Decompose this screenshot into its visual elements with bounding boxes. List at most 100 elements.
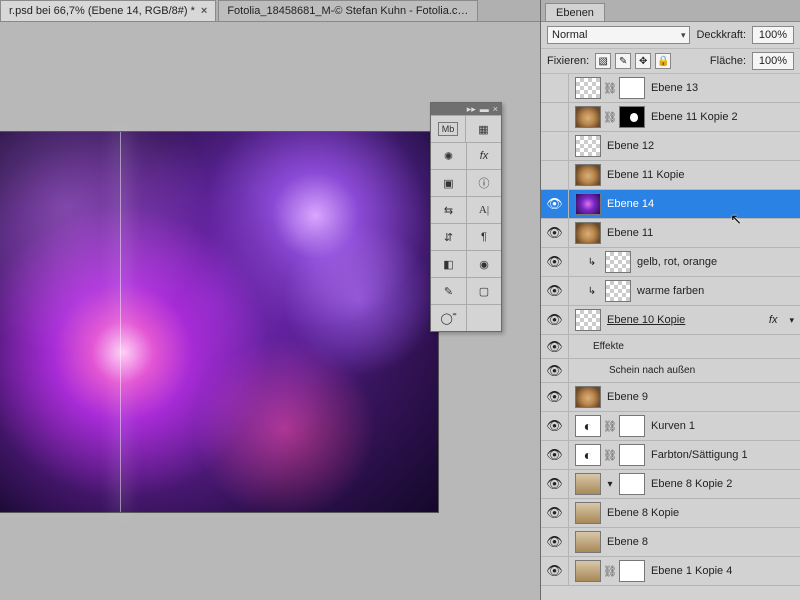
lock-all-icon[interactable]: 🔒 [655,53,671,69]
layer-thumbnail[interactable] [575,531,601,553]
layer-mask-thumbnail[interactable] [619,77,645,99]
mask-menu-icon[interactable]: ▾ [603,479,617,490]
blend-mode-select[interactable]: Normal [547,26,690,44]
fx-badge[interactable]: fx [769,314,782,326]
tool-camera-icon[interactable]: ◯˭ [431,305,466,331]
effect-item[interactable]: 👁Schein nach außen [541,359,800,383]
layer-thumbnail[interactable] [605,251,631,273]
visibility-toggle[interactable]: 👁 [541,277,569,305]
layer-row[interactable]: 👁▾Ebene 8 Kopie 2 [541,470,800,499]
mini-toolbox[interactable]: ▸▸ ▬ × Mb ▦ ✺ fx ▣ ⓘ ⇆ A| ⇵ ¶ [430,102,502,332]
layer-row[interactable]: 👁Ebene 10 Kopiefx▾ [541,306,800,335]
layer-mask-thumbnail[interactable] [619,415,645,437]
layer-row[interactable]: 👁 ⛓ Kurven 1 [541,412,800,441]
tool-adjust2-icon[interactable]: ⇵ [431,224,466,250]
opacity-field[interactable]: 100% [752,26,794,44]
layer-thumbnail[interactable] [575,560,601,582]
visibility-toggle[interactable] [541,132,569,160]
visibility-toggle[interactable]: 👁 [541,219,569,247]
fx-expand-icon[interactable]: ▾ [789,315,794,326]
layer-row[interactable]: 👁↳gelb, rot, orange [541,248,800,277]
visibility-toggle[interactable] [541,74,569,102]
minimize-icon[interactable]: ▬ [480,105,489,114]
visibility-toggle[interactable]: 👁 [541,557,569,585]
layer-name[interactable]: gelb, rot, orange [637,256,794,268]
tool-adjust-icon[interactable]: ⇆ [431,197,466,223]
link-icon[interactable]: ⛓ [603,449,617,462]
link-icon[interactable]: ⛓ [603,565,617,578]
layer-mask-thumbnail[interactable] [619,106,645,128]
layer-thumbnail[interactable] [575,135,601,157]
layer-thumbnail[interactable] [575,386,601,408]
tool-brush-icon[interactable]: ✎ [431,278,466,304]
layer-thumbnail[interactable] [605,280,631,302]
layer-thumbnail[interactable] [575,164,601,186]
effects-header[interactable]: 👁Effekte [541,335,800,359]
layer-name[interactable]: Ebene 8 [607,536,794,548]
tool-fx-icon[interactable]: fx [466,143,501,169]
layer-name[interactable]: Ebene 14 [607,198,794,210]
layer-thumbnail[interactable] [575,193,601,215]
visibility-toggle[interactable]: 👁 [541,306,569,334]
layer-thumbnail[interactable] [575,106,601,128]
layer-mask-thumbnail[interactable] [619,444,645,466]
lock-move-icon[interactable]: ✥ [635,53,651,69]
tool-mb[interactable]: Mb [438,122,458,136]
layer-name[interactable]: Ebene 1 Kopie 4 [651,565,794,577]
layer-name[interactable]: Ebene 11 [607,227,794,239]
visibility-toggle[interactable]: 👁 [541,190,569,218]
tool-grid-icon[interactable]: ▦ [465,116,501,142]
tool-image-icon[interactable]: ▣ [431,170,466,196]
layer-row[interactable]: 👁 Ebene 8 [541,528,800,557]
layer-row[interactable]: 👁 ⛓ Ebene 1 Kopie 4 [541,557,800,586]
layer-name[interactable]: warme farben [637,285,794,297]
visibility-toggle[interactable] [541,161,569,189]
close-icon[interactable]: × [201,5,207,17]
layer-thumbnail[interactable] [575,502,601,524]
tab-layers[interactable]: Ebenen [545,3,605,21]
visibility-toggle[interactable]: 👁 [541,248,569,276]
layer-name[interactable]: Ebene 13 [651,82,794,94]
tool-3d-icon[interactable]: ◉ [466,251,501,277]
layer-row[interactable]: Ebene 12 [541,132,800,161]
layer-row[interactable]: 👁↳warme farben [541,277,800,306]
visibility-toggle[interactable]: 👁 [541,528,569,556]
link-icon[interactable]: ⛓ [603,82,617,95]
tool-character-icon[interactable]: A| [466,197,501,223]
layer-row[interactable]: 👁 Ebene 9 [541,383,800,412]
fill-field[interactable]: 100% [752,52,794,70]
layer-row[interactable]: 👁Ebene 8 Kopie [541,499,800,528]
layer-thumbnail[interactable] [575,415,601,437]
visibility-toggle[interactable]: 👁 [541,383,569,411]
layer-thumbnail[interactable] [575,444,601,466]
visibility-toggle[interactable]: 👁 [541,412,569,440]
tool-swatches-icon[interactable]: ◧ [431,251,466,277]
layer-row[interactable]: 👁 Ebene 14 [541,190,800,219]
lock-paint-icon[interactable]: ✎ [615,53,631,69]
layer-name[interactable]: Ebene 9 [607,391,794,403]
layer-name[interactable]: Ebene 12 [607,140,794,152]
visibility-toggle[interactable]: 👁 [541,499,569,527]
visibility-toggle[interactable]: 👁 [541,441,569,469]
layer-name[interactable]: Ebene 8 Kopie 2 [651,478,794,490]
tool-wheel-icon[interactable]: ✺ [431,143,466,169]
lock-transparency-icon[interactable]: ▧ [595,53,611,69]
toolbox-header[interactable]: ▸▸ ▬ × [431,103,501,115]
layer-thumbnail[interactable] [575,473,601,495]
layer-thumbnail[interactable] [575,77,601,99]
layer-name[interactable]: Ebene 11 Kopie [607,169,794,181]
layer-mask-thumbnail[interactable] [619,560,645,582]
layer-thumbnail[interactable] [575,222,601,244]
tool-rect-icon[interactable]: ▢ [466,278,501,304]
collapse-icon[interactable]: ▸▸ [467,105,476,114]
tab-document-2[interactable]: Fotolia_18458681_M-© Stefan Kuhn - Fotol… [218,0,478,21]
tool-info-icon[interactable]: ⓘ [466,170,501,196]
layer-row[interactable]: ⛓Ebene 11 Kopie 2 [541,103,800,132]
layer-thumbnail[interactable] [575,309,601,331]
visibility-toggle[interactable]: 👁 [541,359,569,382]
visibility-toggle[interactable]: 👁 [541,335,569,358]
layer-name[interactable]: Kurven 1 [651,420,794,432]
link-icon[interactable]: ⛓ [603,420,617,433]
layer-row[interactable]: 👁 Ebene 11 [541,219,800,248]
layer-mask-thumbnail[interactable] [619,473,645,495]
